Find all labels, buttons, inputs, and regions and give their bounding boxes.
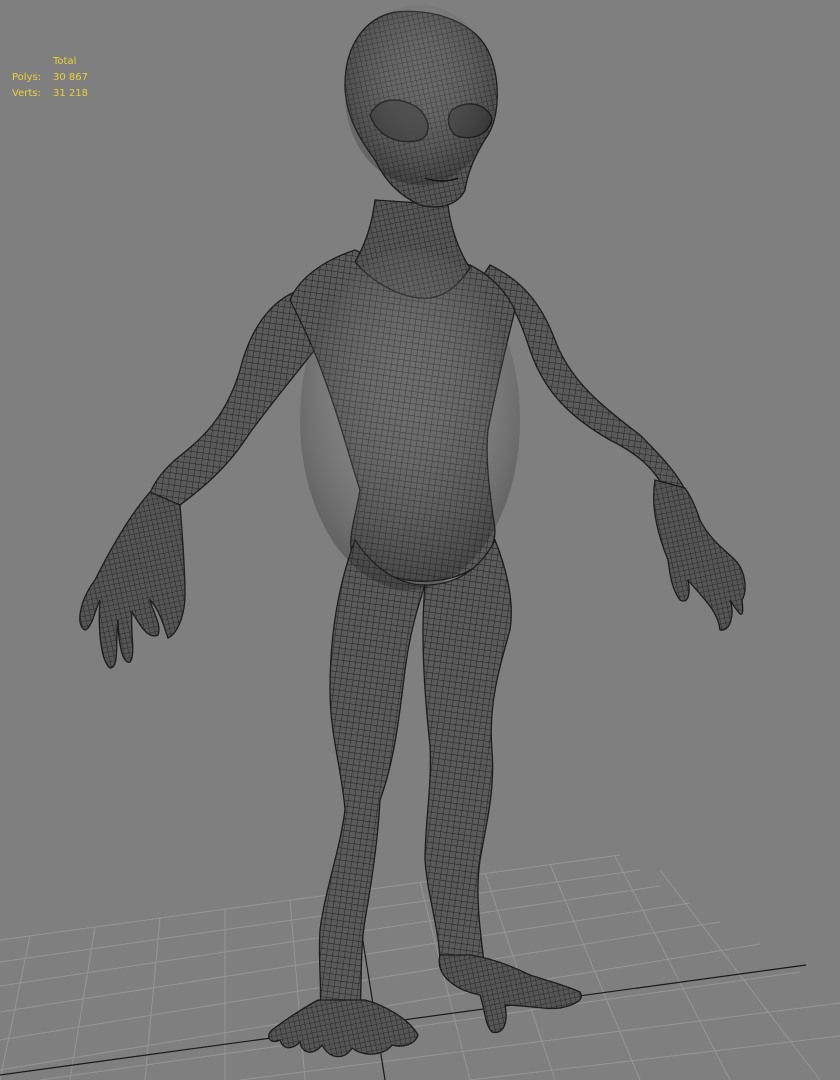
left-hand [79, 491, 186, 669]
right-hand [653, 479, 746, 631]
stats-header: Total [53, 56, 77, 67]
stats-row-verts: Verts: 31 218 [12, 86, 88, 102]
stats-value: 31 218 [53, 88, 88, 99]
stats-label: Verts: [12, 88, 41, 99]
left-leg [318, 538, 426, 1011]
left-foot [268, 999, 419, 1058]
stats-label: Polys: [12, 72, 42, 83]
stats-value: 30 867 [53, 72, 88, 83]
stats-row-polys: Polys: 30 867 [12, 70, 88, 86]
right-leg [422, 538, 512, 971]
poly-count-overlay: Total Polys: 30 867 Verts: 31 218 [12, 54, 88, 102]
alien-model-wireframe[interactable] [0, 0, 840, 1080]
perspective-viewport[interactable]: Total Polys: 30 867 Verts: 31 218 [0, 0, 840, 1080]
right-foot [438, 954, 582, 1033]
